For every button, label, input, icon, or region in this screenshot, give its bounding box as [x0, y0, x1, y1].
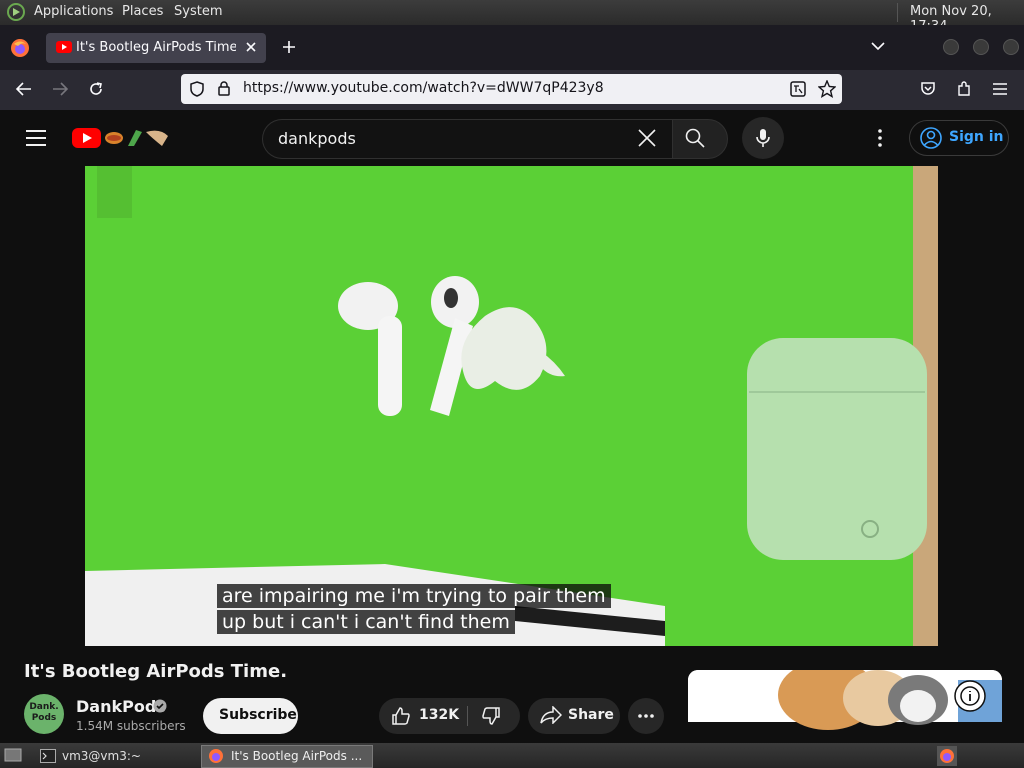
- gnome-foot-icon[interactable]: [7, 3, 25, 21]
- clear-search-icon[interactable]: [638, 129, 656, 147]
- thumbs-down-icon[interactable]: [481, 706, 501, 726]
- info-icon[interactable]: [954, 680, 986, 712]
- like-count[interactable]: 132K: [419, 707, 459, 723]
- shield-icon[interactable]: [190, 81, 204, 97]
- back-arrow-icon[interactable]: [15, 81, 33, 97]
- firefox-taskbar-icon: [208, 748, 224, 764]
- more-actions-button[interactable]: [628, 698, 664, 734]
- new-tab-icon[interactable]: [282, 40, 296, 54]
- share-arrow-icon[interactable]: [540, 706, 562, 724]
- minimize-window-button[interactable]: [943, 39, 959, 55]
- panel-divider: [897, 3, 898, 22]
- verified-badge-icon: [153, 699, 167, 713]
- firefox-icon[interactable]: [10, 38, 30, 58]
- list-all-tabs-icon[interactable]: [871, 41, 885, 51]
- extensions-icon[interactable]: [956, 81, 972, 97]
- video-title: It's Bootleg AirPods Time.: [24, 661, 288, 682]
- more-horizontal-icon[interactable]: [638, 714, 654, 718]
- subscriber-count: 1.54M subscribers: [76, 719, 186, 733]
- channel-avatar-text: Dank. Pods: [29, 702, 59, 723]
- lock-icon[interactable]: [218, 81, 230, 96]
- kebab-menu-icon[interactable]: [878, 129, 882, 147]
- caption-line-1: are impairing me i'm trying to pair them: [217, 584, 611, 608]
- taskbar-item-terminal-label: vm3@vm3:~: [62, 749, 141, 763]
- app-menu-icon[interactable]: [992, 82, 1008, 96]
- close-tab-icon[interactable]: [245, 41, 257, 53]
- search-icon[interactable]: [685, 128, 705, 148]
- share-label[interactable]: Share: [568, 707, 614, 723]
- reload-icon[interactable]: [88, 81, 104, 97]
- terminal-icon: [40, 749, 56, 763]
- taskbar-item-firefox-label: It's Bootleg AirPods ...: [231, 749, 363, 763]
- like-divider: [467, 706, 468, 726]
- bookmark-star-icon[interactable]: [818, 80, 836, 98]
- subscribe-label[interactable]: Subscribe: [219, 707, 297, 723]
- microphone-icon[interactable]: [756, 128, 770, 148]
- applications-menu[interactable]: Applications: [34, 4, 113, 19]
- close-window-button[interactable]: [1003, 39, 1019, 55]
- youtube-favicon: [56, 41, 72, 53]
- hamburger-menu-icon[interactable]: [26, 130, 46, 146]
- system-menu[interactable]: System: [174, 4, 222, 19]
- tab-title: It's Bootleg AirPods Time. -: [76, 40, 236, 55]
- search-input[interactable]: dankpods: [278, 129, 356, 148]
- sign-in-label[interactable]: Sign in: [949, 129, 1004, 145]
- gnome-top-panel: Applications Places System Mon Nov 20, 1…: [0, 0, 1024, 34]
- translate-icon[interactable]: [790, 81, 806, 97]
- video-frame: [85, 166, 938, 646]
- firefox-tray-icon[interactable]: [937, 746, 957, 766]
- pocket-icon[interactable]: [920, 81, 936, 97]
- thumbs-up-icon[interactable]: [391, 706, 411, 726]
- video-player[interactable]: [85, 166, 938, 646]
- places-menu[interactable]: Places: [122, 4, 163, 19]
- channel-avatar[interactable]: Dank. Pods: [24, 694, 64, 734]
- url-text[interactable]: https://www.youtube.com/watch?v=dWW7qP42…: [243, 80, 604, 96]
- show-desktop-icon[interactable]: [4, 747, 22, 763]
- account-icon[interactable]: [920, 127, 942, 149]
- forward-arrow-icon[interactable]: [51, 81, 69, 97]
- maximize-window-button[interactable]: [973, 39, 989, 55]
- promoted-card[interactable]: [688, 670, 1002, 744]
- youtube-logo-icon[interactable]: [72, 126, 172, 150]
- caption-line-2: up but i can't i can't find them: [217, 610, 515, 634]
